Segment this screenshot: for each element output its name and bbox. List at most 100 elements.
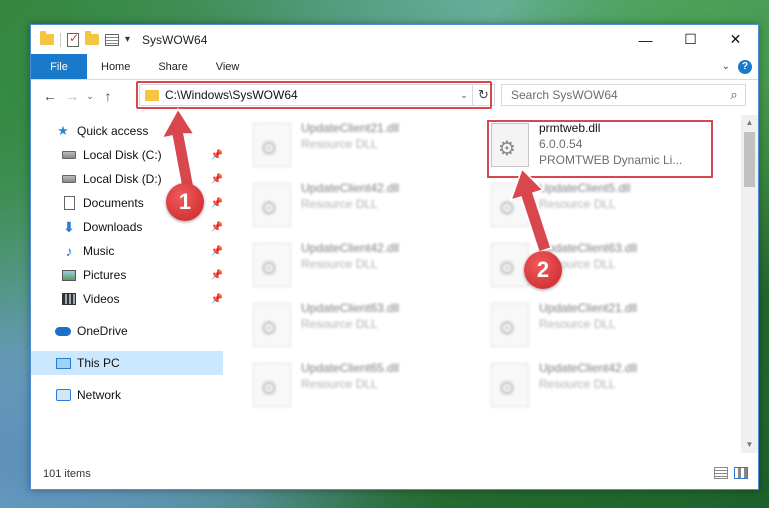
sidebar-item-network[interactable]: Network [31,383,227,407]
search-icon[interactable]: ⌕ [723,87,745,103]
tab-home[interactable]: Home [87,54,144,79]
view-icon[interactable] [105,33,119,46]
pin-icon[interactable]: 📌 [211,150,223,161]
navigation-pane: ★ Quick access Local Disk (C:) 📌 Local D… [31,115,227,457]
file-item[interactable]: ⚙ UpdateClient42.dll Resource DLL [469,359,689,417]
pin-icon[interactable]: 📌 [211,222,223,233]
pin-icon[interactable]: 📌 [211,198,223,209]
recent-locations-button[interactable]: ⌄ [83,91,97,102]
navigation-bar: ← → ⌄ ↑ C:\Windows\SysWOW64 ⌄ ↻ ⌕ [31,80,758,112]
sidebar-item-pictures[interactable]: Pictures 📌 [31,263,227,287]
sidebar-item-music[interactable]: ♪ Music 📌 [31,239,227,263]
tab-file[interactable]: File [31,54,87,79]
view-switcher [714,467,748,479]
sidebar-item-local-disk-c[interactable]: Local Disk (C:) 📌 [31,143,227,167]
sidebar-item-this-pc[interactable]: This PC [31,351,223,375]
sidebar-item-label: Local Disk (C:) [83,148,162,162]
close-button[interactable]: ✕ [713,25,758,54]
file-item[interactable]: ⚙ UpdateClient63.dll Resource DLL [469,239,689,297]
file-item[interactable]: ⚙ UpdateClient65.dll Resource DLL [231,359,451,417]
tab-share[interactable]: Share [144,54,201,79]
step-2-badge: 2 [524,251,562,289]
pin-icon[interactable]: 📌 [211,246,223,257]
drive-icon [61,148,77,162]
sidebar-item-label: Local Disk (D:) [83,172,162,186]
file-type: Resource DLL [301,317,378,331]
toolbar-divider [60,32,61,47]
new-folder-icon[interactable] [85,31,99,45]
ribbon-tabs: File Home Share View ⌄ ? [31,54,758,80]
address-highlight-box [136,81,492,109]
file-item[interactable]: ⚙ UpdateClient5.dll Resource DLL [469,179,689,237]
file-name: UpdateClient5.dll [539,181,631,195]
sidebar-item-label: Music [83,244,115,258]
maximize-button[interactable]: ☐ [668,25,713,54]
sidebar-item-label: Quick access [77,124,149,138]
up-button[interactable]: ↑ [97,88,119,104]
file-name: UpdateClient42.dll [301,241,400,255]
help-icon[interactable]: ? [738,59,752,74]
file-name: UpdateClient65.dll [301,361,400,375]
file-item[interactable]: ⚙ UpdateClient63.dll Resource DLL [231,299,451,357]
scrollbar-thumb[interactable] [744,132,755,187]
pin-icon[interactable]: 📌 [211,174,223,185]
dll-file-icon: ⚙ [253,243,291,287]
file-type: Resource DLL [301,197,378,211]
dll-file-icon: ⚙ [253,123,291,167]
search-box[interactable]: ⌕ [501,84,746,106]
dll-file-icon: ⚙ [491,243,529,287]
file-name: UpdateClient21.dll [301,121,400,135]
dll-file-icon: ⚙ [253,183,291,227]
pictures-icon [61,268,77,282]
tiles-view-icon[interactable] [734,467,748,479]
sidebar-item-quick-access[interactable]: ★ Quick access [31,119,227,143]
file-item[interactable]: ⚙ UpdateClient21.dll Resource DLL [231,119,451,177]
file-item[interactable]: ⚙ UpdateClient42.dll Resource DLL [231,179,451,237]
videos-icon [61,292,77,306]
properties-icon[interactable] [67,31,79,47]
dll-file-icon: ⚙ [491,303,529,347]
sidebar-item-label: Documents [83,196,144,210]
sidebar-item-onedrive[interactable]: OneDrive [31,319,227,343]
expand-ribbon-icon[interactable]: ⌄ [722,61,730,72]
dll-file-icon: ⚙ [253,363,291,407]
vertical-scrollbar[interactable]: ▲ ▼ [741,115,758,453]
sidebar-item-label: OneDrive [77,324,128,338]
folder-icon[interactable] [40,31,54,45]
file-type: Resource DLL [301,257,378,271]
file-type: Resource DLL [539,197,616,211]
scroll-down-icon[interactable]: ▼ [741,437,758,453]
sidebar-item-label: Videos [83,292,120,306]
file-type: Resource DLL [301,137,378,151]
star-icon: ★ [57,123,69,138]
back-button[interactable]: ← [39,88,61,104]
quick-access-toolbar: ▾ [31,31,130,47]
tab-view[interactable]: View [202,54,254,79]
file-item[interactable]: ⚙ UpdateClient21.dll Resource DLL [469,299,689,357]
downloads-icon: ⬇ [63,218,75,235]
sidebar-item-downloads[interactable]: ⬇ Downloads 📌 [31,215,227,239]
music-icon: ♪ [65,243,73,259]
customize-toolbar-icon[interactable]: ▾ [125,34,130,45]
forward-button[interactable]: → [61,88,83,104]
file-highlight-box [487,120,713,178]
pin-icon[interactable]: 📌 [211,294,223,305]
ribbon-right: ⌄ ? [722,54,758,79]
explorer-window: ▾ SysWOW64 — ☐ ✕ File Home Share View ⌄ … [30,24,759,490]
file-name: UpdateClient42.dll [301,181,400,195]
details-view-icon[interactable] [714,467,728,479]
title-bar: ▾ SysWOW64 — ☐ ✕ [31,25,758,54]
search-input[interactable] [511,88,723,102]
item-count: 101 items [43,468,91,480]
file-type: Resource DLL [301,377,378,391]
file-type: Resource DLL [539,317,616,331]
pin-icon[interactable]: 📌 [211,270,223,281]
sidebar-item-videos[interactable]: Videos 📌 [31,287,227,311]
dll-file-icon: ⚙ [491,183,529,227]
scroll-up-icon[interactable]: ▲ [741,115,758,131]
file-item[interactable]: ⚙ UpdateClient42.dll Resource DLL [231,239,451,297]
minimize-button[interactable]: — [623,25,668,54]
